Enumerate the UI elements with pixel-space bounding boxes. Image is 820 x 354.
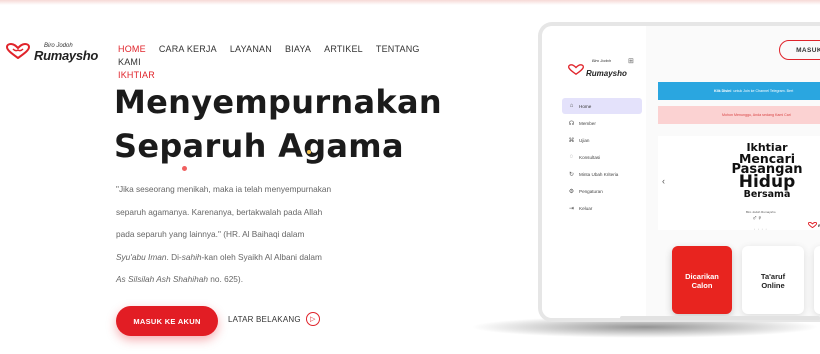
- card-label: Online: [761, 281, 785, 290]
- menu-label: Minta Ubah Kriteria: [579, 171, 619, 177]
- top-accent-line: [0, 0, 820, 5]
- nav-artikel[interactable]: ARTIKEL: [324, 44, 363, 54]
- refresh-icon: ↻: [568, 171, 575, 178]
- quote-emph: sahih: [181, 251, 202, 262]
- menu-item-pengaturan[interactable]: ⚙ Pengaturan: [562, 183, 642, 199]
- app-sidebar: Biro Jodoh Rumaysho ⊞ ⌂ Home ☊ Member ⌘ Uji…: [542, 26, 646, 318]
- carousel-subtitle: Biro Jodoh Rumaysho: [746, 210, 776, 214]
- card-taaruf-online[interactable]: Ta'aruf Online: [742, 246, 804, 314]
- menu-item-keluar[interactable]: ⇥ Keluar: [562, 200, 642, 216]
- gear-icon: ⚙: [568, 188, 575, 195]
- app-logo: Biro Jodoh Rumaysho: [568, 58, 627, 81]
- app-login-button[interactable]: MASUK: [779, 40, 820, 60]
- app-menu: ⌂ Home ☊ Member ⌘ Ujian ◌ Konsultasi ↻ Minta …: [562, 98, 642, 217]
- carousel-title: Ikhtiar Mencari Pasangan Hidup Bersama: [722, 142, 812, 200]
- nav-cara-kerja[interactable]: CARA KERJA: [159, 44, 217, 54]
- chat-icon: ◌: [569, 154, 574, 160]
- hero-title: Menyempurnakan Separuh Agama: [114, 80, 442, 168]
- card-label: Calon: [691, 281, 713, 290]
- logout-icon: ⇥: [568, 205, 575, 212]
- play-icon[interactable]: ▷: [305, 312, 320, 326]
- couple-figure-icon: ♂♀: [752, 215, 763, 222]
- menu-item-konsultasi[interactable]: ◌ Konsultasi: [562, 149, 642, 165]
- quote-text: no. 625).: [207, 274, 243, 284]
- app-brand-name: Rumaysho: [586, 69, 627, 78]
- hero-title-line1: Menyempurnakan: [114, 83, 442, 121]
- card-dicarikan-calon[interactable]: Dicarikan Calon: [672, 246, 732, 314]
- carousel-line: Hidup: [738, 172, 796, 192]
- card-label: Dicarikan: [685, 272, 719, 281]
- quote-source: Syu'abu Iman: [116, 251, 167, 262]
- heart-icon: [568, 64, 584, 75]
- brand-name: Rumaysho: [34, 48, 99, 63]
- nav-home[interactable]: HOME: [118, 44, 146, 54]
- main-nav: HOME CARA KERJA LAYANAN BIAYA ARTIKEL TENTANG…: [118, 43, 448, 82]
- menu-item-ubah-kriteria[interactable]: ↻ Minta Ubah Kriteria: [562, 166, 642, 182]
- menu-item-home[interactable]: ⌂ Home: [562, 98, 642, 114]
- decor-dot-red: [182, 166, 187, 171]
- quote-line: Syu'abu Iman. Di-sahih-kan oleh Syaikh A…: [116, 246, 366, 269]
- carousel-prev-icon[interactable]: ‹: [662, 176, 665, 186]
- hero-title-line2: Separuh Agama: [114, 127, 404, 165]
- quote-line: As Silsilah Ash Shahihah no. 625).: [116, 268, 366, 291]
- decor-dot-yellow: [307, 150, 311, 154]
- quote-line: separuh agamanya. Karenanya, bertakwalah…: [116, 206, 323, 217]
- waiting-banner: Mohon Menunggu, Anda sedang Kami Cari: [658, 106, 820, 124]
- card-label: Ta'aruf: [760, 272, 786, 281]
- carousel-line: Bersama: [743, 189, 791, 200]
- quote-text: . Di-: [166, 251, 182, 262]
- menu-label: Home: [579, 103, 592, 109]
- quote-source: As Silsilah Ash Shahihah: [116, 274, 208, 284]
- login-button[interactable]: MASUK KE AKUN: [116, 306, 218, 336]
- heart-icon: [808, 222, 817, 228]
- background-link-label: LATAR BELAKANG: [228, 314, 301, 324]
- nav-biaya[interactable]: BIAYA: [285, 44, 311, 54]
- telegram-text: untuk Join ke Channel Telegram. Bert: [733, 89, 794, 93]
- menu-label: Keluar: [579, 205, 593, 211]
- app-brand-small: Biro Jodoh: [592, 58, 612, 63]
- menu-item-member[interactable]: ☊ Member: [562, 115, 642, 131]
- menu-item-ujian[interactable]: ⌘ Ujian: [562, 132, 642, 148]
- menu-label: Ujian: [579, 137, 590, 143]
- carousel-dots[interactable]: • • • •: [754, 227, 768, 231]
- quote-text: -kan oleh Syaikh Al Albani dalam: [201, 251, 322, 262]
- menu-label: Pengaturan: [579, 188, 603, 194]
- promo-carousel: ‹ Ikhtiar Mencari Pasangan Hidup Bersama…: [658, 136, 820, 231]
- nav-layanan[interactable]: LAYANAN: [230, 44, 272, 54]
- telegram-link[interactable]: Klik Disini: [714, 89, 731, 93]
- headset-icon: ☊: [568, 120, 575, 127]
- laptop-screen: Biro Jodoh Rumaysho ⊞ ⌂ Home ☊ Member ⌘ Uji…: [538, 22, 820, 322]
- quote-line: pada separuh yang lainnya." (HR. Al Baih…: [116, 229, 305, 239]
- background-link[interactable]: LATAR BELAKANG ▷: [228, 312, 320, 326]
- menu-label: Konsultasi: [579, 154, 601, 160]
- carousel-logo: Rumaysho: [808, 222, 820, 228]
- telegram-banner[interactable]: Klik Disini untuk Join ke Channel Telegra…: [658, 82, 820, 100]
- quote-line: "Jika seseorang menikah, maka ia telah m…: [116, 184, 332, 194]
- app-main: MASUK Klik Disini untuk Join ke Channel T…: [646, 26, 820, 318]
- menu-label: Member: [579, 120, 596, 126]
- grid-icon[interactable]: ⊞: [628, 57, 634, 65]
- hadith-quote: "Jika seseorang menikah, maka ia telah m…: [116, 178, 366, 291]
- exam-icon: ⌘: [568, 137, 575, 144]
- home-icon: ⌂: [569, 103, 574, 109]
- card-partial[interactable]: N: [814, 246, 820, 314]
- heart-icon: [6, 43, 30, 59]
- brand-logo[interactable]: Biro Jodoh Rumaysho: [6, 42, 99, 63]
- laptop-base: [620, 316, 820, 320]
